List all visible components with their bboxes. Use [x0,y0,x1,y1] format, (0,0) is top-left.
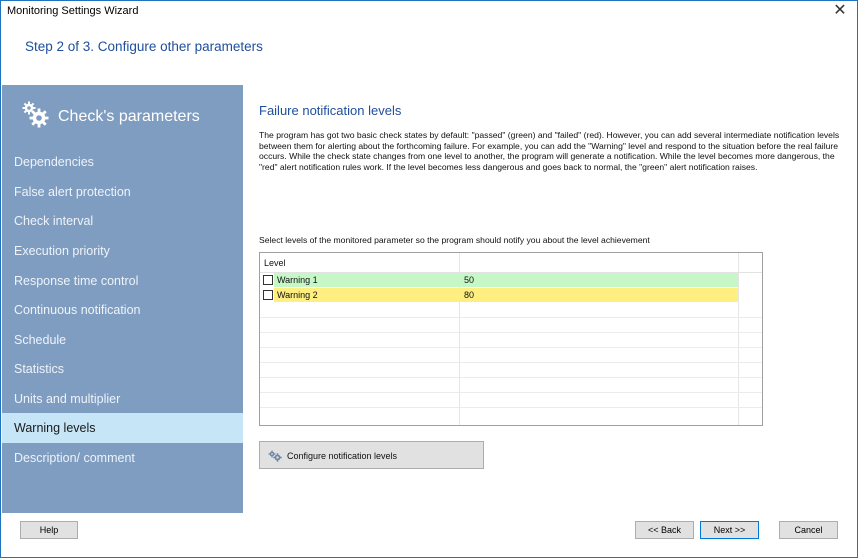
grid-row-line [260,317,762,318]
next-button[interactable]: Next >> [700,521,759,539]
sidebar-item-description-comment[interactable]: Description/ comment [2,443,243,473]
back-button[interactable]: << Back [635,521,694,539]
gears-icon [22,101,49,128]
help-button[interactable]: Help [20,521,78,539]
sidebar: Check's parameters Dependencies False al… [2,85,243,513]
grid-row-line [260,332,762,333]
table-row[interactable]: Warning 2 80 [260,288,762,303]
level-name: Warning 2 [277,290,318,300]
grid-row-line [260,407,762,408]
gears-icon [268,450,282,462]
window-title: Monitoring Settings Wizard [7,5,139,17]
configure-button-label: Configure notification levels [287,451,398,461]
sidebar-item-statistics[interactable]: Statistics [2,354,243,384]
wizard-window: Monitoring Settings Wizard ✕ Step 2 of 3… [0,0,858,558]
row-checkbox[interactable] [263,290,273,300]
sidebar-header: Check's parameters [2,85,243,145]
level-value: 80 [464,290,475,300]
configure-notification-levels-button[interactable]: Configure notification levels [259,441,484,469]
sidebar-item-dependencies[interactable]: Dependencies [2,147,243,177]
close-icon[interactable]: ✕ [831,2,849,20]
title-bar: Monitoring Settings Wizard ✕ [1,1,857,23]
level-name: Warning 1 [277,275,318,285]
sidebar-title: Check's parameters [58,108,200,125]
description-text: The program has got two basic check stat… [259,130,840,172]
sidebar-item-false-alert-protection[interactable]: False alert protection [2,177,243,207]
content-title: Failure notification levels [259,103,402,118]
grid-row-line [260,347,762,348]
sidebar-item-check-interval[interactable]: Check interval [2,206,243,236]
sidebar-item-units-and-multiplier[interactable]: Units and multiplier [2,384,243,414]
grid-row-line [260,377,762,378]
row-checkbox[interactable] [263,275,273,285]
cancel-button[interactable]: Cancel [779,521,838,539]
levels-grid[interactable]: Level Warning 1 50 Warning 2 80 [259,252,763,426]
sidebar-item-response-time-control[interactable]: Response time control [2,266,243,296]
grid-row-line [260,362,762,363]
level-column-header: Level [264,258,286,268]
grid-row-line [260,392,762,393]
table-row[interactable]: Warning 1 50 [260,273,762,288]
level-value: 50 [464,275,475,285]
sidebar-item-schedule[interactable]: Schedule [2,325,243,355]
sidebar-item-execution-priority[interactable]: Execution priority [2,236,243,266]
sidebar-item-continuous-notification[interactable]: Continuous notification [2,295,243,325]
sidebar-item-warning-levels[interactable]: Warning levels [2,413,243,443]
step-heading: Step 2 of 3. Configure other parameters [25,39,263,54]
grid-header: Level [260,253,762,273]
select-levels-label: Select levels of the monitored parameter… [259,235,650,245]
